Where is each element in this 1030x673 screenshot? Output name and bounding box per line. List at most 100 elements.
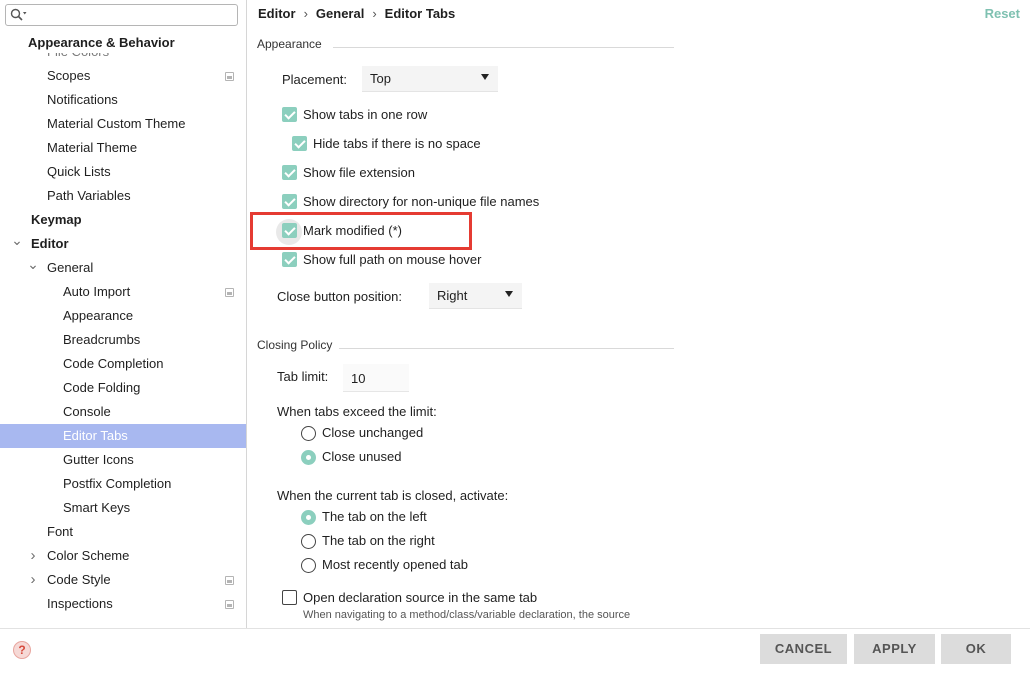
sidebar-item-label: Smart Keys xyxy=(63,500,131,515)
sidebar-item-label: Code Completion xyxy=(63,356,164,371)
dropdown-arrow-icon xyxy=(481,74,489,80)
annotation-highlight-box xyxy=(250,212,472,250)
section-divider xyxy=(333,47,674,48)
checkbox-label: Open declaration source in the same tab xyxy=(303,590,538,605)
settings-sidebar: File Colors Appearance & Behavior Scopes… xyxy=(0,0,247,628)
sidebar-item-label: Material Custom Theme xyxy=(47,116,186,131)
editor-tabs-panel: Editor › General › Editor Tabs Reset Appeara… xyxy=(248,0,1030,628)
appearance-section-title: Appearance xyxy=(257,37,322,51)
radio-label: Most recently opened tab xyxy=(322,557,468,572)
sidebar-item-notifications[interactable]: Notifications xyxy=(0,88,246,112)
checkbox-checked-icon xyxy=(282,107,297,122)
sidebar-item-breadcrumbs[interactable]: Breadcrumbs xyxy=(0,328,246,352)
breadcrumb-editor-tabs: Editor Tabs xyxy=(384,6,456,21)
chevron-right-icon[interactable]: › xyxy=(27,568,39,592)
sidebar-item-appearance[interactable]: Appearance xyxy=(0,304,246,328)
settings-tree: Scopes Notifications Material Custom Theme… xyxy=(0,0,246,628)
checkbox-checked-icon xyxy=(292,136,307,151)
sidebar-item-label: Auto Import xyxy=(63,284,131,299)
sidebar-item-label: Scopes xyxy=(47,68,91,83)
sidebar-item-postfix-completion[interactable]: Postfix Completion xyxy=(0,472,246,496)
sidebar-item-general[interactable]: ⌄ General xyxy=(0,256,246,280)
sidebar-item-editor-tabs[interactable]: Editor Tabs xyxy=(0,424,246,448)
radio-selected-icon xyxy=(301,450,316,465)
sidebar-item-label: Notifications xyxy=(47,92,118,107)
placement-dropdown[interactable]: Top xyxy=(362,66,498,92)
sidebar-item-inspections[interactable]: Inspections xyxy=(0,592,246,616)
checkbox-label: Show directory for non-unique file names xyxy=(303,194,540,209)
sidebar-item-smart-keys[interactable]: Smart Keys xyxy=(0,496,246,520)
project-scope-icon xyxy=(225,72,234,81)
project-scope-icon xyxy=(225,288,234,297)
checkbox-checked-icon xyxy=(282,252,297,267)
breadcrumb-separator: › xyxy=(303,6,308,21)
closing-policy-section-title: Closing Policy xyxy=(257,338,333,352)
breadcrumb-editor[interactable]: Editor xyxy=(258,6,296,21)
sidebar-item-label: Keymap xyxy=(31,212,82,227)
radio-unselected-icon xyxy=(301,534,316,549)
close-button-position-label: Close button position: xyxy=(277,289,403,304)
radio-unselected-icon xyxy=(301,426,316,441)
sidebar-item-code-completion[interactable]: Code Completion xyxy=(0,352,246,376)
dropdown-arrow-icon xyxy=(505,291,513,297)
radio-label: The tab on the left xyxy=(322,509,427,524)
checkbox-checked-icon xyxy=(282,194,297,209)
tab-limit-input[interactable] xyxy=(343,364,409,392)
sidebar-item-scopes[interactable]: Scopes xyxy=(0,64,246,88)
checkbox-label: Hide tabs if there is no space xyxy=(313,136,481,151)
tab-limit-label: Tab limit: xyxy=(277,369,329,384)
radio-unselected-icon xyxy=(301,558,316,573)
close-button-position-value: Right xyxy=(437,288,468,303)
radio-label: The tab on the right xyxy=(322,533,435,548)
breadcrumb-general[interactable]: General xyxy=(316,6,364,21)
chevron-right-icon[interactable]: › xyxy=(27,544,39,568)
chevron-down-icon[interactable]: ⌄ xyxy=(11,228,23,252)
placement-label: Placement: xyxy=(282,72,348,87)
chevron-down-icon[interactable]: ⌄ xyxy=(27,252,39,276)
sidebar-item-color-scheme[interactable]: › Color Scheme xyxy=(0,544,246,568)
exceed-limit-label: When tabs exceed the limit: xyxy=(277,404,437,419)
sidebar-item-label: Inspections xyxy=(47,596,113,611)
close-button-position-dropdown[interactable]: Right xyxy=(429,283,522,309)
checkbox-label: Show full path on mouse hover xyxy=(303,252,482,267)
radio-label: Close unused xyxy=(322,449,402,464)
tab-closed-activate-label: When the current tab is closed, activate… xyxy=(277,488,509,503)
section-divider xyxy=(339,348,674,349)
sidebar-item-label: Gutter Icons xyxy=(63,452,134,467)
radio-label: Close unchanged xyxy=(322,425,424,440)
breadcrumb-separator: › xyxy=(372,6,377,21)
sidebar-item-label: Font xyxy=(47,524,74,539)
section-header-label: Appearance & Behavior xyxy=(28,35,175,50)
sidebar-item-code-style[interactable]: › Code Style xyxy=(0,568,246,592)
sidebar-item-label: Editor Tabs xyxy=(63,428,128,443)
sidebar-item-gutter-icons[interactable]: Gutter Icons xyxy=(0,448,246,472)
sidebar-item-material-theme[interactable]: Material Theme xyxy=(0,136,246,160)
sidebar-item-quick-lists[interactable]: Quick Lists xyxy=(0,160,246,184)
sidebar-item-material-custom-theme[interactable]: Material Custom Theme xyxy=(0,112,246,136)
project-scope-icon xyxy=(225,576,234,585)
reset-link[interactable]: Reset xyxy=(985,6,1020,21)
cancel-button[interactable]: CANCEL xyxy=(760,634,847,664)
sidebar-item-console[interactable]: Console xyxy=(0,400,246,424)
breadcrumb: Editor › General › Editor Tabs xyxy=(258,6,455,21)
sidebar-item-label: Code Style xyxy=(47,572,111,587)
sidebar-item-label: Appearance xyxy=(63,308,134,323)
sidebar-item-label: Postfix Completion xyxy=(63,476,172,491)
sidebar-item-keymap[interactable]: Keymap xyxy=(0,208,246,232)
checkbox-checked-icon xyxy=(282,165,297,180)
open-declaration-hint: When navigating to a method/class/variab… xyxy=(303,609,631,621)
ok-button[interactable]: OK xyxy=(941,634,1011,664)
apply-button[interactable]: APPLY xyxy=(854,634,935,664)
help-icon[interactable]: ? xyxy=(13,641,31,659)
sidebar-item-font[interactable]: Font xyxy=(0,520,246,544)
sidebar-item-label: General xyxy=(47,260,94,275)
tab-limit-value[interactable] xyxy=(343,364,409,392)
sidebar-item-path-variables[interactable]: Path Variables xyxy=(0,184,246,208)
sidebar-item-label: Console xyxy=(63,404,111,419)
sidebar-item-code-folding[interactable]: Code Folding xyxy=(0,376,246,400)
checkbox-unchecked-icon xyxy=(282,590,297,605)
placement-value: Top xyxy=(370,71,391,86)
sidebar-section-header: Appearance & Behavior xyxy=(0,33,246,53)
sidebar-item-auto-import[interactable]: Auto Import xyxy=(0,280,246,304)
checkbox-label: Show file extension xyxy=(303,165,416,180)
